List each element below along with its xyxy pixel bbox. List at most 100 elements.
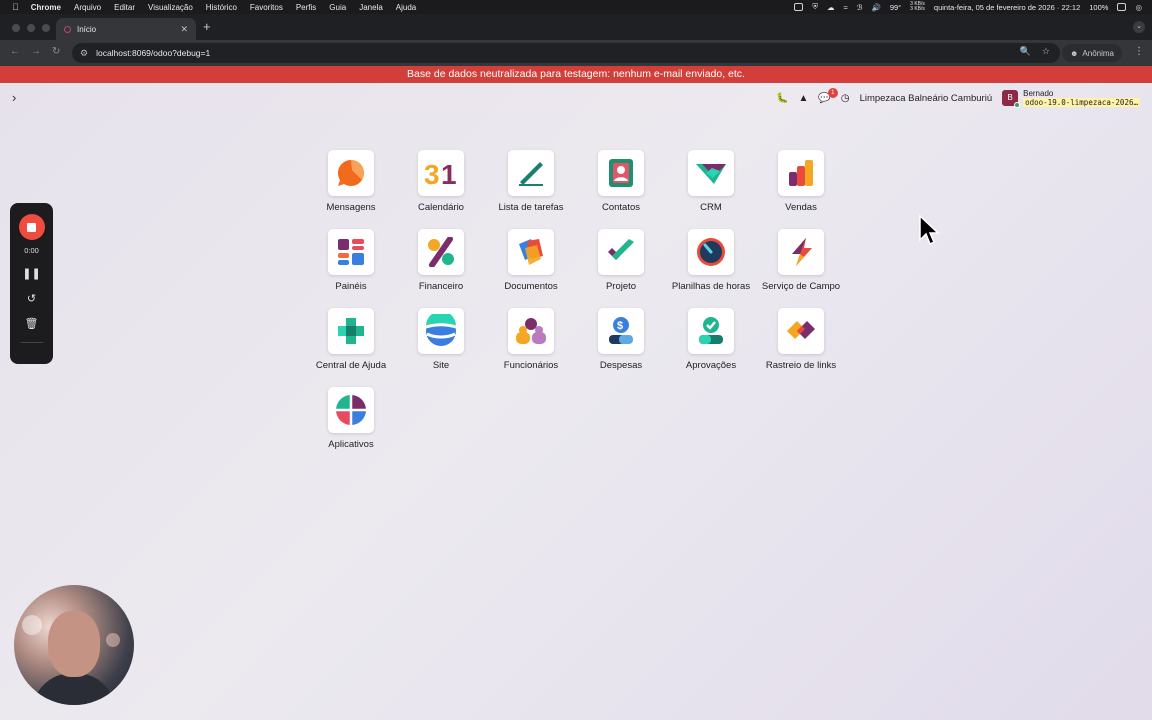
- incognito-profile-button[interactable]: ☻ Anônima: [1062, 44, 1122, 62]
- studio-icon[interactable]: ▲: [798, 93, 808, 104]
- app-vendas[interactable]: Vendas: [756, 150, 846, 213]
- menu-arquivo[interactable]: Arquivo: [74, 3, 101, 12]
- neutralized-db-banner: Base de dados neutralizada para testagem…: [0, 66, 1152, 83]
- todo-icon: [508, 150, 554, 196]
- app-label: Funcionários: [503, 360, 559, 371]
- apps-icon: [328, 387, 374, 433]
- app-aplicativos[interactable]: Aplicativos: [306, 387, 396, 450]
- menu-historico[interactable]: Histórico: [206, 3, 237, 12]
- network-speed: 3 KB/s 3 KB/s: [910, 2, 925, 12]
- battery-percent[interactable]: 100%: [1089, 3, 1108, 12]
- app-grid: Mensagens 31 Calendário Lista de tarefas…: [306, 150, 866, 450]
- app-mensagens[interactable]: Mensagens: [306, 150, 396, 213]
- app-label: Serviço de Campo: [761, 281, 841, 292]
- app-label: Site: [432, 360, 450, 371]
- menu-perfis[interactable]: Perfis: [296, 3, 316, 12]
- apple-icon[interactable]: : [12, 2, 19, 12]
- app-projeto[interactable]: Projeto: [576, 229, 666, 292]
- menu-visualizacao[interactable]: Visualização: [148, 3, 193, 12]
- odoo-home: Base de dados neutralizada para testagem…: [0, 66, 1152, 720]
- app-financeiro[interactable]: Financeiro: [396, 229, 486, 292]
- app-lista-de-tarefas[interactable]: Lista de tarefas: [486, 150, 576, 213]
- app-planilhas-de-horas[interactable]: Planilhas de horas: [666, 229, 756, 292]
- cloud-icon[interactable]: ☁: [827, 3, 835, 12]
- debug-bug-icon[interactable]: 🐛: [776, 93, 788, 104]
- wifi-icon[interactable]: ≈: [843, 3, 847, 12]
- menu-guia[interactable]: Guia: [329, 3, 346, 12]
- app-paineis[interactable]: Painéis: [306, 229, 396, 292]
- avatar-letter: B: [1007, 93, 1013, 102]
- url-text[interactable]: localhost:8069/odoo?debug=1: [96, 48, 210, 58]
- contacts-icon: [598, 150, 644, 196]
- user-info: Bernado odoo-19.0-limpezaca-2026…: [1023, 89, 1140, 107]
- app-documentos[interactable]: Documentos: [486, 229, 576, 292]
- site-info-icon[interactable]: ⚙: [80, 48, 88, 59]
- battery-icon[interactable]: [1117, 3, 1127, 11]
- timesheets-icon: [688, 229, 734, 275]
- app-label: Contatos: [601, 202, 641, 213]
- bookmark-star-icon[interactable]: ☆: [1042, 46, 1050, 57]
- macos-menu-bar:  Chrome Arquivo Editar Visualização His…: [0, 0, 1152, 14]
- app-aprovacoes[interactable]: Aprovações: [666, 308, 756, 371]
- app-site[interactable]: Site: [396, 308, 486, 371]
- forward-icon[interactable]: →: [31, 46, 41, 57]
- app-contatos[interactable]: Contatos: [576, 150, 666, 213]
- company-switcher[interactable]: Limpezaca Balneário Camburiú: [860, 93, 993, 104]
- app-calendario[interactable]: 31 Calendário: [396, 150, 486, 213]
- activity-clock-icon[interactable]: ◷: [841, 93, 850, 104]
- new-tab-icon[interactable]: +: [203, 19, 211, 34]
- user-name: Bernado: [1023, 89, 1054, 98]
- temperature-readout[interactable]: 99°: [890, 3, 901, 12]
- menu-ajuda[interactable]: Ajuda: [396, 3, 416, 12]
- screen-recorder-panel: 0:00 ❚❚ ↺ 🗑: [10, 203, 53, 364]
- svg-text:$: $: [617, 320, 623, 332]
- app-servico-de-campo[interactable]: Serviço de Campo: [756, 229, 846, 292]
- shield-icon[interactable]: ⛨: [812, 2, 818, 12]
- chrome-menu-icon[interactable]: ⋮: [1134, 46, 1144, 57]
- svg-text:3: 3: [424, 159, 440, 188]
- user-menu[interactable]: B Bernado odoo-19.0-limpezaca-2026…: [1002, 89, 1140, 108]
- messaging-icon[interactable]: 💬 1: [818, 87, 838, 104]
- app-label: CRM: [700, 202, 722, 213]
- app-despesas[interactable]: $ Despesas: [576, 308, 666, 371]
- maximize-window-button[interactable]: [42, 24, 50, 32]
- tab-title: Início: [77, 24, 97, 34]
- minimize-window-button[interactable]: [27, 24, 35, 32]
- window-controls: [12, 24, 50, 32]
- tab-search-icon[interactable]: ⌄: [1133, 21, 1145, 33]
- volume-icon[interactable]: 🔊: [871, 3, 880, 12]
- address-bar[interactable]: ⚙ localhost:8069/odoo?debug=1 🔍 ☆: [72, 43, 1060, 63]
- app-label: Lista de tarefas: [498, 202, 564, 213]
- chat-badge: 1: [827, 87, 838, 98]
- browser-tab[interactable]: Início ✕: [56, 18, 196, 40]
- stop-recording-button[interactable]: [18, 214, 45, 240]
- chevron-right-icon[interactable]: ›: [12, 90, 16, 105]
- menu-favoritos[interactable]: Favoritos: [250, 3, 283, 12]
- control-center-icon[interactable]: ◎: [1135, 3, 1142, 12]
- restart-icon[interactable]: ↺: [27, 292, 36, 305]
- menu-janela[interactable]: Janela: [359, 3, 383, 12]
- menu-app-chrome[interactable]: Chrome: [31, 3, 61, 12]
- close-tab-icon[interactable]: ✕: [180, 24, 188, 35]
- bluetooth-icon[interactable]: ℬ: [857, 3, 863, 12]
- recording-timer: 0:00: [24, 246, 39, 255]
- dashboards-icon: [328, 229, 374, 275]
- employees-icon: [508, 308, 554, 354]
- menu-editar[interactable]: Editar: [114, 3, 135, 12]
- close-window-button[interactable]: [12, 24, 20, 32]
- app-label: Rastreio de links: [765, 360, 837, 371]
- pause-icon[interactable]: ❚❚: [22, 267, 40, 280]
- project-icon: [598, 229, 644, 275]
- app-label: Aprovações: [685, 360, 737, 371]
- systray: 🐛 ▲ 💬 1 ◷ Limpezaca Balneário Camburiú B …: [776, 87, 1140, 108]
- zoom-icon[interactable]: 🔍: [1020, 46, 1031, 57]
- tray-app-icon[interactable]: [794, 3, 804, 11]
- trash-icon[interactable]: 🗑: [25, 317, 39, 330]
- back-icon[interactable]: ←: [10, 46, 20, 57]
- reload-icon[interactable]: ↻: [52, 46, 60, 57]
- app-rastreio-de-links[interactable]: Rastreio de links: [756, 308, 846, 371]
- app-crm[interactable]: CRM: [666, 150, 756, 213]
- app-central-de-ajuda[interactable]: Central de Ajuda: [306, 308, 396, 371]
- datetime[interactable]: quinta-feira, 05 de fevereiro de 2026 · …: [934, 3, 1080, 12]
- app-funcionarios[interactable]: Funcionários: [486, 308, 576, 371]
